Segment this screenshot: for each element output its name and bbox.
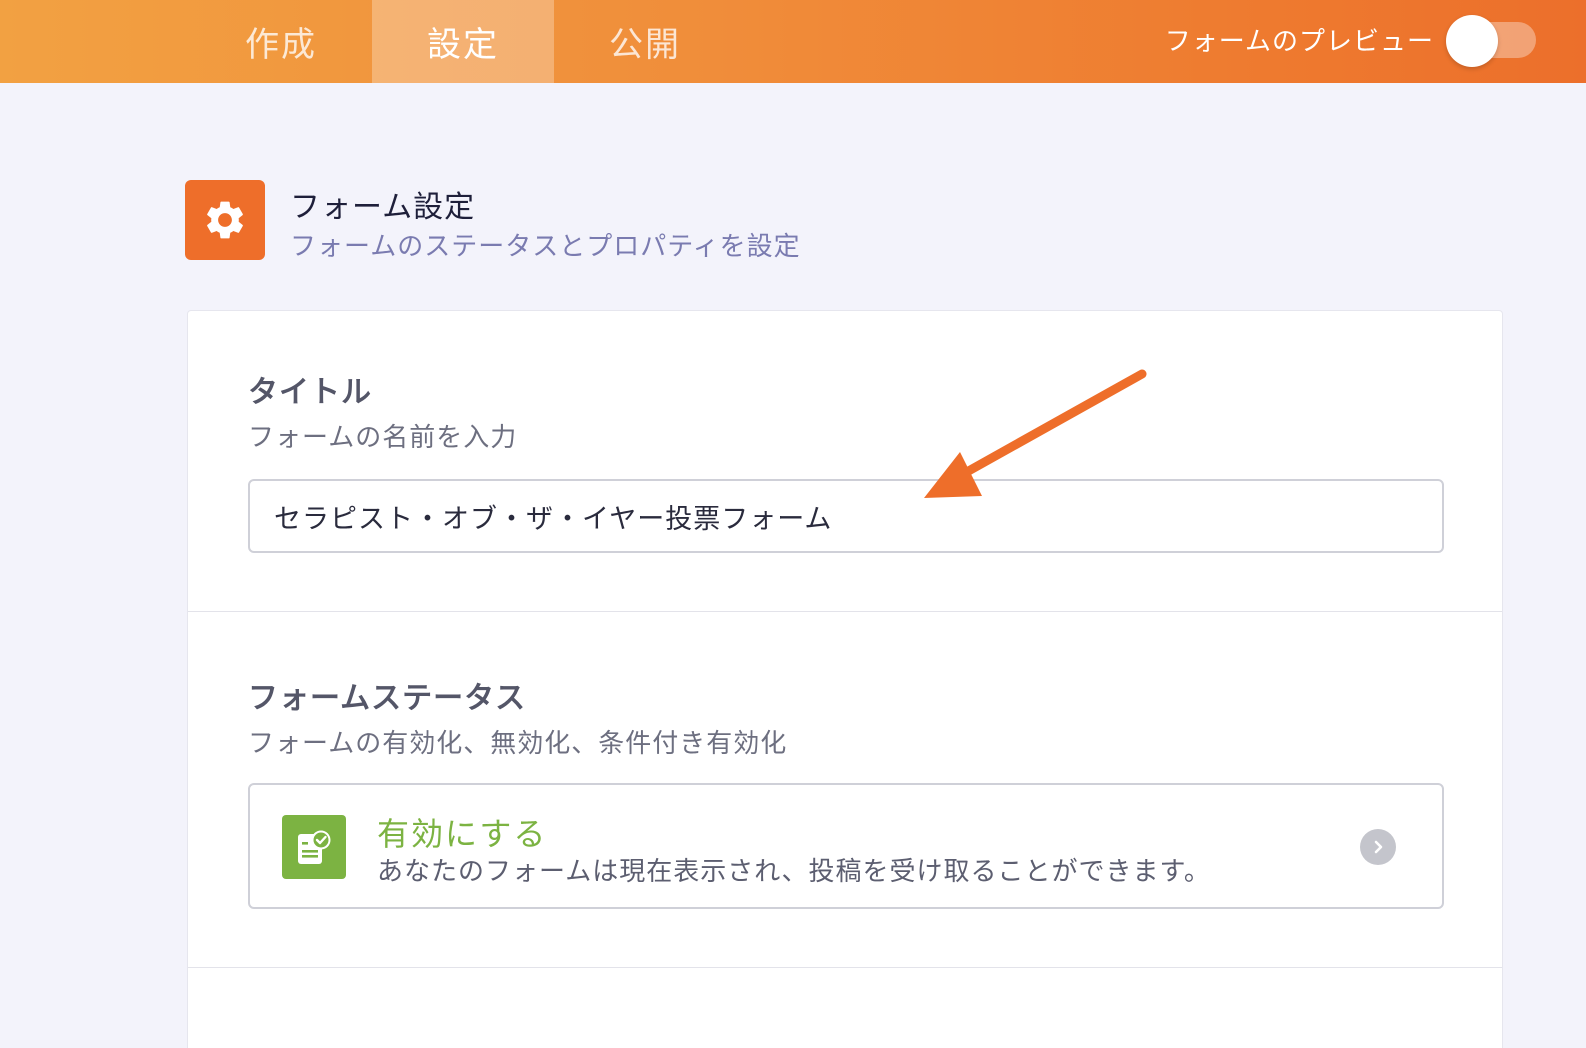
settings-card: タイトル フォームの名前を入力 フォームステータス フォームの有効化、無効化、条… [187,310,1503,1048]
form-status-enabled-option[interactable]: 有効にする あなたのフォームは現在表示され、投稿を受け取ることができます。 [248,783,1444,909]
tab-create[interactable]: 作成 [190,0,372,83]
title-section-heading: タイトル [248,375,372,410]
title-section-description: フォームの名前を入力 [248,423,518,453]
status-section-heading: フォームステータス [248,681,527,716]
top-nav-bar: 作成 設定 公開 フォームのプレビュー [0,0,1586,83]
page-title: フォーム設定 [290,190,476,225]
form-preview-toggle[interactable] [1446,15,1536,67]
section-divider [188,967,1502,968]
toggle-knob [1446,15,1498,67]
tab-settings[interactable]: 設定 [372,0,554,83]
tab-publish[interactable]: 公開 [554,0,736,83]
gear-icon [185,180,265,260]
status-enabled-description: あなたのフォームは現在表示され、投稿を受け取ることができます。 [377,857,1211,887]
status-section-description: フォームの有効化、無効化、条件付き有効化 [248,729,788,759]
form-check-icon [282,815,346,879]
form-preview-label: フォームのプレビュー [1164,26,1434,57]
form-title-input[interactable] [248,479,1444,553]
status-enabled-label: 有効にする [377,815,548,853]
chevron-right-icon[interactable] [1360,829,1396,865]
section-divider [188,611,1502,612]
page-subtitle: フォームのステータスとプロパティを設定 [290,232,801,262]
